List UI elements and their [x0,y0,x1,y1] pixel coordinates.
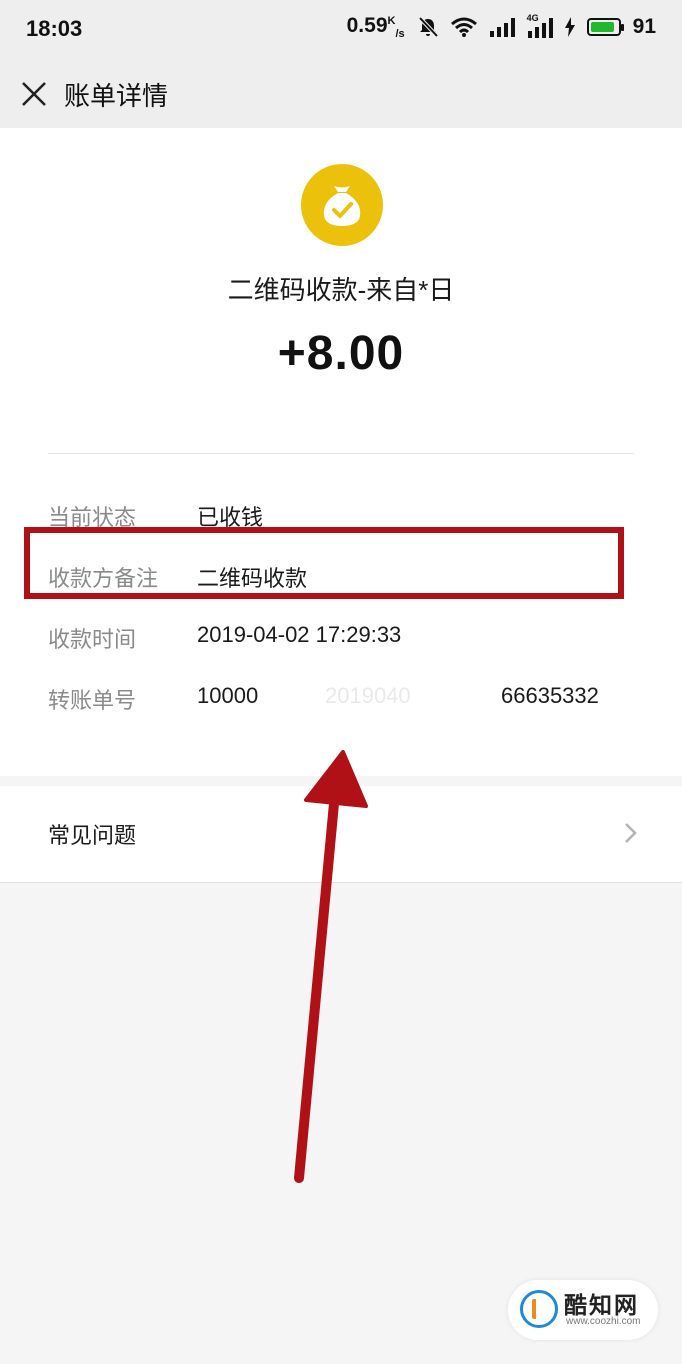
network-speed: 0.59K/s [346,14,405,41]
battery-percent: 91 [632,15,656,39]
status-icons: 0.59K/s 4G 91 [346,13,656,41]
charging-icon [564,17,575,38]
row-value: 2019-04-02 17:29:33 [197,622,402,647]
transfer-id-end: 66635332 [501,683,599,708]
payee-title: 二维码收款-来自*日 [227,275,455,305]
status-time: 18:03 [26,16,83,41]
transfer-id-start: 10000 [197,683,259,708]
faq-label: 常见问题 [48,823,137,848]
divider [48,453,634,454]
battery-icon [586,18,624,37]
money-bag-check-icon [323,186,361,226]
signal-icon [489,18,515,38]
row-label: 转账单号 [48,688,137,713]
watermark-logo-icon [520,1290,558,1328]
transaction-icon [301,164,383,246]
title-bar: 账单详情 [0,62,682,129]
watermark-name: 酷知网 [564,1292,639,1318]
battery-fill [590,22,615,33]
detail-row-status: 当前状态 已收钱 [48,492,638,532]
page-title: 账单详情 [64,81,169,111]
detail-row-time: 收款时间 2019-04-02 17:29:33 [48,614,638,654]
highlight-box [24,527,624,599]
wifi-icon [450,17,477,38]
bell-muted-icon [418,16,439,38]
transfer-id-blurred: 2019040 [325,683,411,708]
row-label: 收款时间 [48,627,137,652]
close-button[interactable] [14,74,54,114]
detail-row-transfer-id: 转账单号 10000 2019040 66635332 [48,675,638,715]
chevron-right-icon [625,823,637,843]
bill-detail-card: 二维码收款-来自*日 +8.00 当前状态 已收钱 收款方备注 二维码收款 收款… [0,128,682,776]
status-bar: 18:03 0.59K/s 4G 91 [0,0,682,62]
amount: +8.00 [277,327,405,380]
watermark-url: www.coozhi.com [566,1316,641,1327]
signal-4g-icon: 4G [527,13,553,39]
close-icon [22,82,46,106]
faq-row[interactable]: 常见问题 [0,786,682,883]
watermark: 酷知网 www.coozhi.com [508,1280,658,1340]
